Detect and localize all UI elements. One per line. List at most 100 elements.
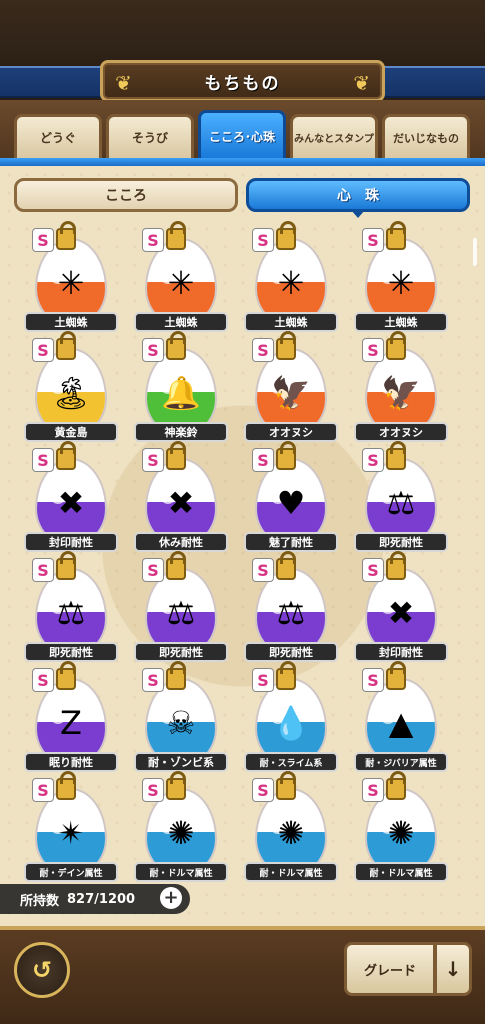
sort-order-button[interactable]: ↓: [436, 942, 472, 996]
lock-icon: [276, 771, 296, 800]
jewel-item[interactable]: 💧 S 耐・スライム系: [238, 661, 338, 774]
jewel-item[interactable]: ✺ S 耐・ドルマ属性: [128, 771, 228, 884]
rank-s-icon: S: [252, 228, 274, 252]
lock-icon: [276, 331, 296, 360]
jewel-item[interactable]: ✺ S 耐・ドルマ属性: [348, 771, 448, 884]
jewel-item[interactable]: ✖ S 封印耐性: [348, 551, 448, 664]
lock-icon: [386, 221, 406, 250]
slime-icon: 💧: [271, 704, 311, 742]
jewel-label: 土蜘蛛: [354, 312, 448, 332]
jewel-item[interactable]: ⚖ S 即死耐性: [238, 551, 338, 664]
rank-s-icon: S: [142, 338, 164, 362]
jewel-item[interactable]: ♥ S 魅了耐性: [238, 441, 338, 554]
rank-s-icon: S: [362, 448, 384, 472]
eagle-icon: 🦅: [271, 374, 311, 412]
rank-s-icon: S: [32, 338, 54, 362]
jewel-label: 魅了耐性: [244, 532, 338, 552]
jewel-item[interactable]: ⚖ S 即死耐性: [18, 551, 118, 664]
jewel-item[interactable]: ✳ S 土蜘蛛: [348, 221, 448, 334]
jewel-label: 耐・ドルマ属性: [244, 862, 338, 882]
jewel-item[interactable]: 🦅 S オオヌシ: [348, 331, 448, 444]
tab-rail: [0, 158, 485, 166]
tab-stamps[interactable]: みんなとスタンプ: [290, 114, 378, 158]
jewel-item[interactable]: ✖ S 封印耐性: [18, 441, 118, 554]
tab-soubi[interactable]: そうび: [106, 114, 194, 158]
lock-icon: [166, 661, 186, 690]
jewel-label: 耐・ドルマ属性: [354, 862, 448, 882]
jewel-label: 土蜘蛛: [244, 312, 338, 332]
jewel-item[interactable]: ✺ S 耐・ドルマ属性: [238, 771, 338, 884]
segment-kokoro[interactable]: こころ: [14, 178, 238, 212]
lock-icon: [276, 441, 296, 470]
casino-island-icon: 🏝: [50, 374, 92, 412]
rank-s-icon: S: [362, 338, 384, 362]
items-panel: こころ 心 珠 ✳ S 土蜘蛛 ✳ S 土蜘蛛 ✳ S 土蜘蛛 ✳ S 土蜘蛛 🏝 S 黄金島 🔔 S 神楽鈴 🦅 S…: [0, 166, 485, 926]
rank-s-icon: S: [32, 448, 54, 472]
rank-s-icon: S: [142, 448, 164, 472]
jewel-label: 耐・ジバリア属性: [354, 752, 448, 772]
rank-s-icon: S: [32, 668, 54, 692]
jewel-label: 即死耐性: [24, 642, 118, 662]
jewel-item[interactable]: 🦅 S オオヌシ: [238, 331, 338, 444]
dark-vortex-icon: ✺: [167, 814, 195, 852]
rank-s-icon: S: [32, 228, 54, 252]
scrollbar[interactable]: [473, 238, 477, 266]
lock-icon: [56, 221, 76, 250]
jewel-item[interactable]: ▲ S 耐・ジバリア属性: [348, 661, 448, 774]
jewel-item[interactable]: ✳ S 土蜘蛛: [128, 221, 228, 334]
rank-s-icon: S: [362, 778, 384, 802]
jewel-item[interactable]: ✳ S 土蜘蛛: [18, 221, 118, 334]
count-label: 所持数: [20, 893, 60, 909]
hearts-icon: ♥: [276, 484, 306, 522]
jewel-label: 神楽鈴: [134, 422, 228, 442]
spider-web-icon: ✳: [167, 264, 195, 302]
jewel-label: 眠り耐性: [24, 752, 118, 772]
red-cross-icon: ✖: [167, 484, 195, 522]
jewel-label: 耐・スライム系: [244, 752, 338, 772]
dark-vortex-icon: ✺: [387, 814, 415, 852]
lock-icon: [386, 441, 406, 470]
lock-icon: [386, 661, 406, 690]
bell-icon: 🔔: [161, 374, 201, 412]
jewel-label: オオヌシ: [354, 422, 448, 442]
seal-face-icon: ✖: [387, 594, 415, 632]
jewel-label: 耐・デイン属性: [24, 862, 118, 882]
sleep-zzz-icon: Z: [60, 704, 82, 742]
back-button[interactable]: ↺: [14, 942, 70, 998]
jewel-item[interactable]: ✖ S 休み耐性: [128, 441, 228, 554]
jewel-label: 休み耐性: [134, 532, 228, 552]
down-arrow-icon: ↓: [444, 957, 462, 981]
rock-spikes-icon: ▲: [388, 704, 414, 742]
tab-dougu[interactable]: どうぐ: [14, 114, 102, 158]
lock-icon: [56, 441, 76, 470]
jewel-item[interactable]: ⚖ S 即死耐性: [348, 441, 448, 554]
jewel-item[interactable]: 🔔 S 神楽鈴: [128, 331, 228, 444]
jewel-item[interactable]: 🏝 S 黄金島: [18, 331, 118, 444]
jewel-label: 即死耐性: [354, 532, 448, 552]
jewel-item[interactable]: ☠ S 耐・ゾンビ系: [128, 661, 228, 774]
back-arrow-icon: ↺: [31, 956, 53, 984]
tab-kokoro-shinju[interactable]: こころ･心珠: [198, 110, 286, 160]
seal-face-icon: ✖: [57, 484, 85, 522]
segment-shinju[interactable]: 心 珠: [246, 178, 470, 218]
eagle-icon: 🦅: [381, 374, 421, 412]
jewel-item[interactable]: ✳ S 土蜘蛛: [238, 221, 338, 334]
death-glyph-icon: ⚖: [276, 594, 306, 632]
lock-icon: [166, 331, 186, 360]
rank-s-icon: S: [142, 778, 164, 802]
lock-icon: [56, 771, 76, 800]
death-glyph-icon: ⚖: [386, 484, 416, 522]
dark-vortex-icon: ✺: [277, 814, 305, 852]
spider-web-icon: ✳: [57, 264, 85, 302]
jewel-item[interactable]: ⚖ S 即死耐性: [128, 551, 228, 664]
rank-s-icon: S: [252, 338, 274, 362]
tab-important[interactable]: だいじなもの: [382, 114, 470, 158]
expand-plus-icon[interactable]: +: [160, 887, 182, 909]
jewel-item[interactable]: ✴ S 耐・デイン属性: [18, 771, 118, 884]
jewel-item[interactable]: Z S 眠り耐性: [18, 661, 118, 774]
lock-icon: [276, 221, 296, 250]
rank-s-icon: S: [142, 668, 164, 692]
grade-sort-button[interactable]: グレード: [344, 942, 436, 996]
jewel-label: 封印耐性: [24, 532, 118, 552]
jewel-label: 耐・ゾンビ系: [134, 752, 228, 772]
